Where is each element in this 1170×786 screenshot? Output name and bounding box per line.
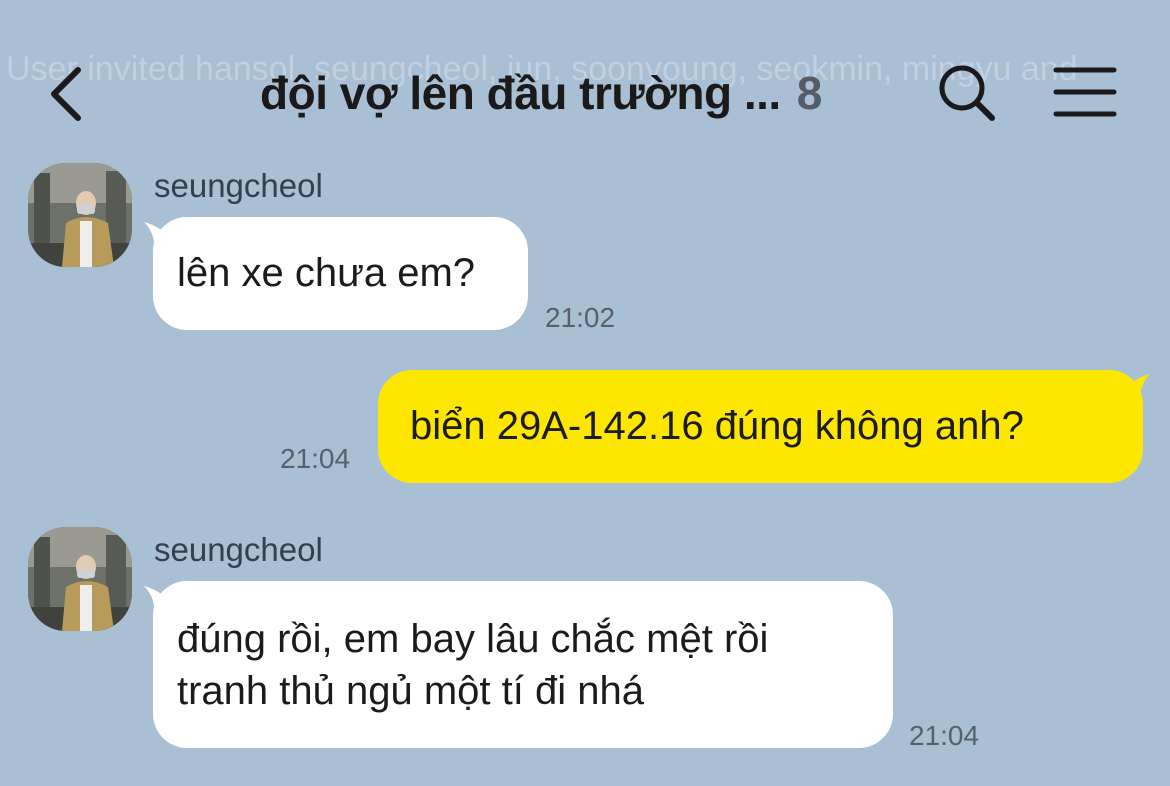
chat-title-area[interactable]: đội vợ lên đầu trường ... 8 [260, 66, 822, 126]
message-time: 21:04 [909, 720, 980, 751]
message-text: biển 29A-142.16 đúng không anh? [410, 404, 1024, 448]
chevron-left-icon [51, 67, 81, 121]
message-text: tranh thủ ngủ một tí đi nhá [177, 669, 644, 713]
avatar[interactable] [28, 527, 132, 631]
sender-name: seungcheol [154, 531, 323, 568]
menu-button[interactable] [1052, 64, 1118, 120]
message-text: đúng rồi, em bay lâu chắc mệt rồi [177, 617, 769, 661]
message-text: lên xe chưa em? [177, 251, 476, 295]
message-time: 21:04 [280, 443, 351, 474]
search-button[interactable] [934, 60, 1000, 126]
member-count: 8 [796, 67, 823, 119]
message-time: 21:02 [545, 302, 616, 333]
message-bubble[interactable]: lên xe chưa em? [153, 217, 528, 330]
avatar[interactable] [28, 163, 132, 267]
chat-title: đội vợ lên đầu trường ... [260, 67, 781, 119]
chat-screen: User invited hansol, seungcheol, jun, so… [0, 0, 1170, 786]
message-bubble[interactable]: đúng rồi, em bay lâu chắc mệt rồi tranh … [153, 581, 893, 748]
profile-photo [28, 163, 132, 267]
sender-name: seungcheol [154, 167, 323, 204]
message-bubble[interactable]: biển 29A-142.16 đúng không anh? [378, 370, 1143, 483]
bubble-tail [1118, 374, 1150, 406]
hamburger-menu-icon [1053, 67, 1117, 117]
profile-photo [28, 527, 132, 631]
back-button[interactable] [40, 62, 96, 126]
chat-header: đội vợ lên đầu trường ... 8 [0, 40, 1170, 150]
search-icon [939, 65, 995, 121]
